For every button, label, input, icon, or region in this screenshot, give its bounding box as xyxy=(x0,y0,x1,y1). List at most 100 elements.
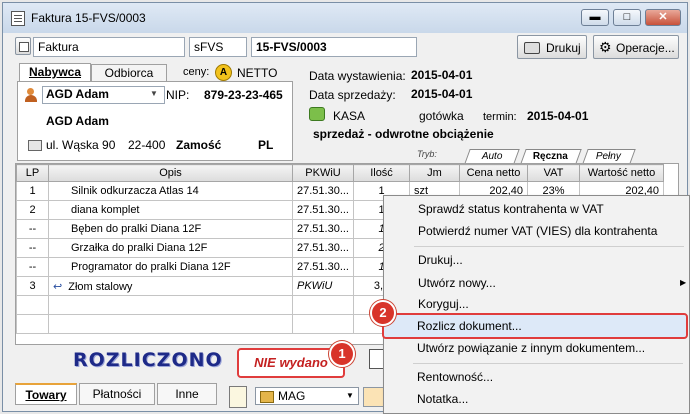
notes-icon[interactable] xyxy=(229,386,247,408)
menu-item-verify-vies[interactable]: Potwierdź numer VAT (VIES) dla kontrahen… xyxy=(384,220,689,242)
tab-other[interactable]: Inne xyxy=(157,383,217,405)
operations-button-label: Operacje... xyxy=(616,41,675,55)
column-header-pkwiu[interactable]: PKWiU xyxy=(292,164,354,182)
buyer-street: ul. Wąska 90 xyxy=(46,138,116,152)
column-header-lp[interactable]: LP xyxy=(16,164,49,182)
cell-lp: -- xyxy=(16,238,49,258)
menu-item-profitability[interactable]: Rentowność... xyxy=(383,366,688,388)
settled-stamp: ROZLICZONO xyxy=(73,349,223,371)
cell-pkwiu: 27.51.30... xyxy=(292,257,354,277)
cell-description: Grzałka do pralki Diana 12F xyxy=(48,238,293,258)
tab-buyer[interactable]: Nabywca xyxy=(19,63,91,82)
window-title: Faktura 15-FVS/0003 xyxy=(31,11,146,25)
tab-mode-full[interactable]: Pełny xyxy=(582,149,636,164)
maximize-button[interactable]: □ xyxy=(613,9,641,26)
cell-lp: -- xyxy=(16,219,49,239)
step-badge-1: 1 xyxy=(329,341,355,367)
buyer-name: AGD Adam xyxy=(46,114,109,128)
operations-button[interactable]: ⚙ Operacje... xyxy=(593,35,679,59)
column-header-net-value[interactable]: Wartość netto xyxy=(579,164,664,182)
price-type-badge[interactable]: A xyxy=(215,64,232,81)
tab-payments[interactable]: Płatności xyxy=(79,383,155,405)
buyer-city: Zamość xyxy=(176,138,222,152)
table-header-row: LP Opis PKWiU Ilość Jm Cena netto VAT Wa… xyxy=(16,164,664,182)
column-header-unit[interactable]: Jm xyxy=(409,164,460,182)
series-field[interactable]: sFVS xyxy=(189,37,247,57)
form-icon xyxy=(19,42,29,52)
cell-pkwiu: PKWiU xyxy=(292,276,354,296)
person-icon[interactable] xyxy=(363,387,385,407)
menu-separator xyxy=(414,246,684,247)
document-type-field[interactable]: Faktura xyxy=(33,37,185,57)
cell-lp: 2 xyxy=(16,200,49,220)
cell-description: ↩ Złom stalowy xyxy=(48,276,293,296)
tab-recipient[interactable]: Odbiorca xyxy=(91,64,167,82)
menu-item-correct[interactable]: Koryguj... xyxy=(384,293,689,315)
cell-lp: 1 xyxy=(16,181,49,201)
cash-register-icon xyxy=(309,107,325,121)
cell-lp: -- xyxy=(16,257,49,277)
warehouse-value: MAG xyxy=(278,389,306,403)
buyer-postal: 22-400 xyxy=(128,138,166,152)
chevron-down-icon[interactable]: ▼ xyxy=(150,87,160,101)
minimize-button[interactable]: ▬ xyxy=(581,9,609,26)
menu-item-print[interactable]: Drukuj... xyxy=(384,249,689,271)
due-date-label: termin: xyxy=(483,111,517,123)
warehouse-select[interactable]: MAG ▼ xyxy=(255,387,359,405)
column-header-net-price[interactable]: Cena netto xyxy=(459,164,528,182)
tab-mode-auto[interactable]: Auto xyxy=(464,149,520,164)
warehouse-icon xyxy=(260,391,274,403)
sale-date-label: Data sprzedaży: xyxy=(309,88,396,102)
document-type-button[interactable] xyxy=(15,37,31,55)
cell-pkwiu: 27.51.30... xyxy=(292,219,354,239)
due-date-value[interactable]: 2015-04-01 xyxy=(527,109,588,123)
cell-pkwiu: 27.51.30... xyxy=(292,200,354,220)
tab-goods[interactable]: Towary xyxy=(15,383,77,405)
buyer-code-field[interactable]: AGD Adam xyxy=(42,86,165,104)
menu-item-note[interactable]: Notatka... xyxy=(383,388,688,410)
column-header-vat[interactable]: VAT xyxy=(527,164,580,182)
payment-method[interactable]: KASA xyxy=(333,109,365,123)
buyer-country: PL xyxy=(258,138,274,152)
submenu-arrow-icon: ▶ xyxy=(680,278,687,287)
buyer-panel: AGD Adam ▼ NIP: 879-23-23-465 AGD Adam u… xyxy=(17,81,293,161)
issue-date-value[interactable]: 2015-04-01 xyxy=(411,68,472,82)
menu-item-link-document[interactable]: Utwórz powiązanie z innym dokumentem... xyxy=(383,337,688,359)
menu-item-settle-document[interactable]: Rozlicz dokument... xyxy=(383,315,688,337)
cell-pkwiu: 27.51.30... xyxy=(292,238,354,258)
menu-separator xyxy=(413,363,683,364)
close-button[interactable]: ✕ xyxy=(645,9,681,26)
nip-label: NIP: xyxy=(166,88,190,102)
column-header-quantity[interactable]: Ilość xyxy=(353,164,410,182)
tab-mode-manual[interactable]: Ręczna xyxy=(520,149,582,164)
title-bar[interactable]: Faktura 15-FVS/0003 ▬ □ ✕ xyxy=(3,3,687,33)
prices-value: NETTO xyxy=(237,66,278,80)
print-button[interactable]: Drukuj xyxy=(517,35,587,59)
gear-icon: ⚙ xyxy=(599,39,612,55)
menu-item-create-new[interactable]: Utwórz nowy... xyxy=(384,272,689,294)
sale-date-value[interactable]: 2015-04-01 xyxy=(411,87,472,101)
nip-value: 879-23-23-465 xyxy=(204,88,283,102)
menu-item-check-vat-status[interactable]: Sprawdź status kontrahenta w VAT xyxy=(384,198,689,220)
cell-description: Programator do pralki Diana 12F xyxy=(48,257,293,277)
address-card-icon xyxy=(28,140,42,151)
printer-icon xyxy=(524,42,540,54)
transaction-note: sprzedaż - odwrotne obciążenie xyxy=(313,127,494,141)
print-button-label: Drukuj xyxy=(546,41,581,55)
linked-item-icon: ↩ xyxy=(53,280,63,293)
mode-label: Tryb: xyxy=(417,149,437,159)
issue-date-label: Data wystawienia: xyxy=(309,69,406,83)
document-icon xyxy=(11,11,25,26)
cell-pkwiu: 27.51.30... xyxy=(292,181,354,201)
payment-type[interactable]: gotówka xyxy=(419,109,464,123)
person-icon xyxy=(24,88,38,102)
step-badge-2: 2 xyxy=(370,300,396,326)
cell-description-text: Złom stalowy xyxy=(68,280,133,293)
chevron-down-icon: ▼ xyxy=(346,391,354,400)
cell-lp: 3 xyxy=(16,276,49,296)
cell-description: diana komplet xyxy=(48,200,293,220)
prices-label: ceny: xyxy=(183,66,210,78)
document-number-field[interactable]: 15-FVS/0003 xyxy=(251,37,417,57)
column-header-description[interactable]: Opis xyxy=(48,164,293,182)
cell-description: Bęben do pralki Diana 12F xyxy=(48,219,293,239)
